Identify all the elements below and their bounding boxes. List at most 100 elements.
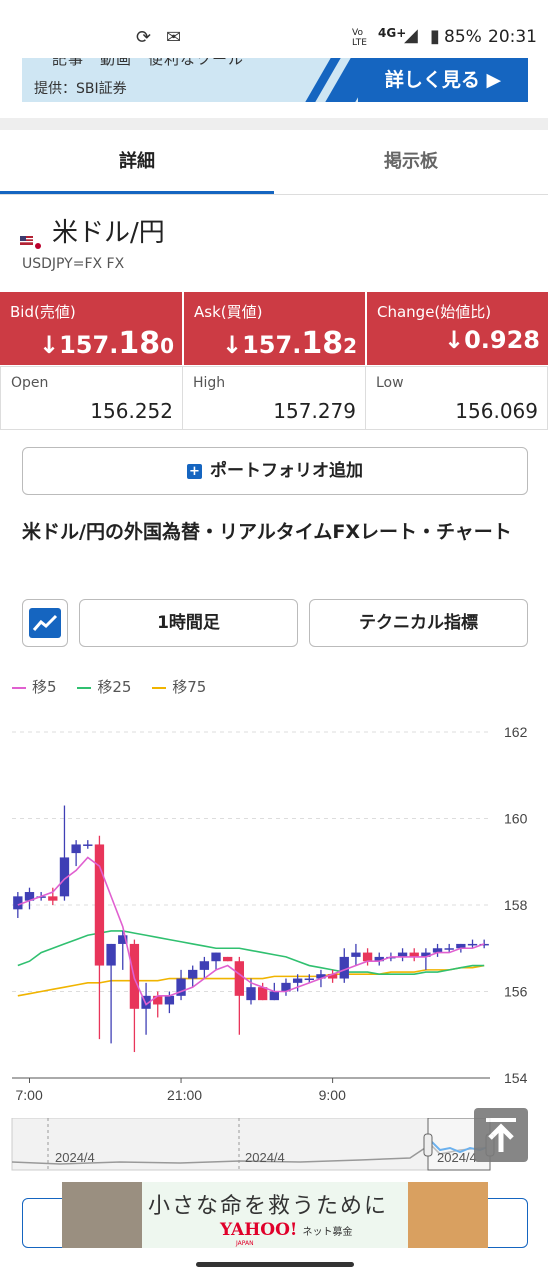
open-label: Open <box>11 375 49 391</box>
legend-ma25-label: 移25 <box>97 678 132 696</box>
candle-body <box>246 987 256 1001</box>
y-tick-label: 156 <box>504 984 528 1000</box>
mail-icon: ✉ <box>166 27 182 48</box>
navigator-label: 2024/4 <box>437 1150 477 1165</box>
section-divider <box>0 118 548 130</box>
scroll-to-top-button[interactable] <box>474 1108 528 1162</box>
technical-indicator-button[interactable]: テクニカル指標 <box>309 599 528 647</box>
ad-headline: 小さな命を救うために <box>148 1194 389 1219</box>
candlestick-chart[interactable]: 162 160 158 156 154 7:00 21:00 9:00 <box>0 700 548 1120</box>
line-chart-icon <box>29 608 61 638</box>
yahoo-region: JAPAN <box>236 1240 254 1247</box>
ask-big-digits: 18 <box>301 326 344 361</box>
banner-cut-text: 記事 動画 便利なツール <box>52 58 245 68</box>
bottom-ad-banner[interactable]: 小さな命を救うために YAHOO! ネット募金 JAPAN <box>62 1182 488 1248</box>
signal-icon: ◢ <box>404 25 418 46</box>
candle-body <box>211 952 221 962</box>
change-box: Change(始値比) ↓0.928 <box>367 292 548 365</box>
chart-grid <box>12 731 490 1079</box>
open-value: 156.252 <box>90 399 173 423</box>
ask-label: Ask(買値) <box>194 303 263 321</box>
ask-suffix: 2 <box>343 334 357 358</box>
low-label: Low <box>376 375 404 391</box>
interval-selector[interactable]: 1時間足 <box>79 599 298 647</box>
pair-name: 米ドル/円 <box>52 218 165 248</box>
gesture-nav-bar[interactable] <box>196 1262 354 1267</box>
banner-more-button[interactable]: 詳しく見る ▶ <box>358 58 528 102</box>
y-tick-label: 160 <box>504 811 528 827</box>
y-tick-label: 162 <box>504 724 528 740</box>
candle-body <box>444 948 454 950</box>
legend-ma5: 移5 <box>12 678 57 696</box>
range-navigator[interactable]: 2024/4 2024/4 2024/4 <box>0 1118 548 1174</box>
candle-body <box>292 978 303 983</box>
x-axis-ticks: 7:00 21:00 9:00 <box>15 1078 346 1103</box>
navigator-label: 2024/4 <box>55 1150 95 1165</box>
range-handle-left[interactable] <box>423 1133 433 1157</box>
candle-body <box>467 943 478 946</box>
low-value: 156.069 <box>455 399 538 423</box>
candle-body <box>94 844 105 966</box>
legend-ma75-label: 移75 <box>172 678 207 696</box>
high-label: High <box>193 375 226 391</box>
bid-suffix: 0 <box>160 334 174 358</box>
add-portfolio-label: ポートフォリオ追加 <box>210 461 363 481</box>
yahoo-logo: YAHOO! <box>220 1220 298 1240</box>
y-axis-ticks: 162 160 158 156 154 <box>504 724 528 1086</box>
kitten-image <box>62 1182 142 1248</box>
candle-body <box>164 995 175 1005</box>
ask-value: ↓157.182 <box>222 326 357 361</box>
candle-body <box>269 991 279 1001</box>
high-box: High 157.279 <box>182 366 366 430</box>
section-title: 米ドル/円の外国為替・リアルタイムFXレート・チャート <box>22 521 512 543</box>
bid-value: ↓157.180 <box>39 326 174 361</box>
open-box: Open 156.252 <box>0 366 183 430</box>
battery-level: 85% <box>444 27 482 47</box>
pair-title: 米ドル/円 <box>20 212 165 249</box>
banner-source: 提供：SBI証券 <box>34 81 127 97</box>
ad-brand: YAHOO! ネット募金 JAPAN <box>220 1220 352 1247</box>
plus-icon: + <box>187 463 202 479</box>
bid-prefix: 157. <box>59 331 119 359</box>
status-bar: ⟳ ✉ Vo LTE 4G+ ◢ ▮ 85% 20:31 <box>0 0 548 58</box>
tab-details[interactable]: 詳細 <box>0 130 274 194</box>
change-label: Change(始値比) <box>377 303 492 321</box>
candle-body <box>223 956 233 962</box>
down-arrow-icon: ↓ <box>443 326 465 354</box>
sync-icon: ⟳ <box>136 27 152 48</box>
legend-ma25: 移25 <box>77 678 131 696</box>
legend-ma75: 移75 <box>152 678 206 696</box>
add-portfolio-button[interactable]: + ポートフォリオ追加 <box>22 447 528 495</box>
candle-body <box>304 978 314 981</box>
battery-icon: ▮ <box>430 26 440 47</box>
low-box: Low 156.069 <box>365 366 548 430</box>
candle-body <box>188 969 198 979</box>
puppy-image <box>408 1182 488 1248</box>
candle-body <box>48 896 58 901</box>
ad-brand-sub: ネット募金 <box>302 1227 353 1238</box>
candle-body <box>199 961 210 970</box>
ask-box: Ask(買値) ↓157.182 <box>184 292 365 365</box>
candle-body <box>83 844 93 846</box>
candle-body <box>362 952 373 962</box>
down-arrow-icon: ↓ <box>222 331 243 359</box>
bid-big-digits: 18 <box>118 326 161 361</box>
clock: 20:31 <box>488 27 537 47</box>
x-tick-label: 21:00 <box>167 1087 202 1103</box>
x-tick-label: 7:00 <box>15 1087 42 1103</box>
network-type: 4G+ <box>378 26 407 40</box>
legend-ma5-label: 移5 <box>32 678 57 696</box>
candle-body <box>71 844 81 854</box>
candle-body <box>234 961 245 996</box>
pair-code: USDJPY=FX FX <box>22 256 125 272</box>
bid-box: Bid(売値) ↓157.180 <box>0 292 182 365</box>
tab-board[interactable]: 掲示板 <box>274 130 548 194</box>
candle-body <box>106 943 116 966</box>
promo-banner[interactable]: 記事 動画 便利なツール 提供：SBI証券 詳しく見る ▶ <box>22 58 528 102</box>
chart-type-button[interactable] <box>22 599 68 647</box>
navigator-label: 2024/4 <box>245 1150 285 1165</box>
y-tick-label: 158 <box>504 897 528 913</box>
candle-body <box>351 952 361 957</box>
arrow-up-icon <box>486 1118 516 1152</box>
y-tick-label: 154 <box>504 1070 528 1086</box>
